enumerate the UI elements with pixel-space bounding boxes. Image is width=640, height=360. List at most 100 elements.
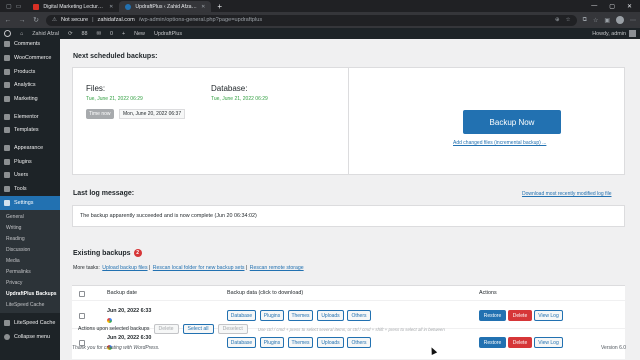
address-bar[interactable]: ⚠ Not secure | zahidafzal.com/wp-admin/o… [46, 14, 577, 26]
sidebar-item-label: Tools [14, 186, 27, 193]
download-uploads-button[interactable]: Uploads [317, 337, 344, 348]
new-content-link[interactable]: New [134, 31, 145, 37]
wrench-icon [4, 186, 10, 193]
sidebar-item-comments[interactable]: Comments [0, 39, 60, 47]
sidebar-item-label: LiteSpeed Cache [14, 320, 56, 327]
existing-backups-title: Existing backups 2 [73, 249, 142, 257]
updraftplus-link[interactable]: UpdraftPlus [154, 31, 182, 37]
more-menu-icon[interactable]: ⋯ [630, 17, 636, 24]
sidebar-item-marketing[interactable]: Marketing [0, 92, 60, 106]
wordpress-logo-icon[interactable] [4, 30, 11, 37]
back-icon[interactable]: ← [4, 17, 12, 24]
tab-title: UpdraftPlus ‹ Zahid Afzal — Wo... [135, 3, 197, 10]
bulk-delete-button[interactable]: Delete [153, 324, 179, 334]
sidebar-item-plugins[interactable]: Plugins [0, 155, 60, 169]
rescan-remote-link[interactable]: Rescan remote storage [250, 265, 304, 271]
download-others-button[interactable]: Others [347, 337, 371, 348]
browser-tab-2[interactable]: UpdraftPlus ‹ Zahid Afzal — Wo... ✕ [119, 1, 212, 12]
download-themes-button[interactable]: Themes [288, 337, 313, 348]
sidebar-item-settings[interactable]: Settings [0, 195, 60, 210]
tab-actions-icon[interactable]: ▢ [6, 3, 12, 10]
more-tasks: More tasks: Upload backup files | Rescan… [73, 265, 304, 271]
download-themes-button[interactable]: Themes [288, 310, 313, 321]
updates-icon[interactable]: ⟳ [68, 31, 73, 37]
forward-icon[interactable]: → [18, 17, 26, 24]
account-menu[interactable]: Howdy, admin [592, 30, 636, 37]
select-all-button[interactable]: Select all [182, 324, 214, 334]
woocommerce-icon [4, 54, 10, 61]
delete-button[interactable]: Delete [508, 337, 532, 348]
close-tab-icon[interactable]: ✕ [201, 4, 205, 10]
download-plugins-button[interactable]: Plugins [260, 310, 284, 321]
sidebar-item-templates[interactable]: Templates [0, 123, 60, 137]
download-database-button[interactable]: Database [227, 310, 256, 321]
tab-search-icon[interactable]: ▭ [16, 3, 22, 10]
sidebar-item-litespeed-cache[interactable]: LiteSpeed Cache [0, 317, 60, 331]
sidebar-item-users[interactable]: Users [0, 169, 60, 183]
sidebar-item-analytics[interactable]: Analytics [0, 78, 60, 92]
comments-count[interactable]: 0 [110, 31, 113, 37]
window-controls: — ▢ ✕ [591, 3, 640, 10]
extensions-icon[interactable]: ⧉ [583, 17, 587, 24]
site-name-link[interactable]: Zahid Afzal [32, 31, 59, 37]
sidebar-item-label: Plugins [14, 158, 32, 165]
submenu-item-litespeed[interactable]: LiteSpeed Cache [0, 300, 60, 311]
sidebar-item-label: Templates [14, 127, 39, 134]
submenu-item-privacy[interactable]: Privacy [0, 278, 60, 289]
upload-backup-files-link[interactable]: Upload backup files [102, 265, 147, 271]
download-plugins-button[interactable]: Plugins [260, 337, 284, 348]
close-window-icon[interactable]: ✕ [627, 3, 632, 10]
sidebar-item-tools[interactable]: Tools [0, 182, 60, 196]
minimize-icon[interactable]: — [591, 3, 597, 10]
sidebar-item-label: Comments [14, 41, 41, 47]
download-others-button[interactable]: Others [347, 310, 371, 321]
sidebar-item-products[interactable]: Products [0, 65, 60, 79]
zoom-icon[interactable]: ⊕ [555, 17, 560, 23]
comments-icon[interactable]: ✉ [96, 31, 101, 37]
submenu-item-reading[interactable]: Reading [0, 234, 60, 245]
download-uploads-button[interactable]: Uploads [317, 310, 344, 321]
download-log-link[interactable]: Download most recently modified log file [522, 191, 612, 197]
collapse-menu-button[interactable]: Collapse menu [0, 330, 60, 344]
favorites-icon[interactable]: ☆ [593, 17, 598, 24]
restore-button[interactable]: Restore [479, 310, 506, 321]
submenu-item-media[interactable]: Media [0, 256, 60, 267]
select-all-checkbox[interactable] [79, 291, 85, 297]
bookmark-star-icon[interactable]: ☆ [566, 17, 571, 23]
browser-tab-1[interactable]: Digital Marketing Lecture no 07... ✕ [27, 1, 119, 12]
sidebar-item-woocommerce[interactable]: WooCommerce [0, 51, 60, 65]
warning-icon: ⚠ [52, 17, 58, 23]
profile-avatar[interactable] [616, 16, 624, 24]
submenu-item-writing[interactable]: Writing [0, 223, 60, 234]
collections-icon[interactable]: ▣ [604, 17, 610, 24]
bulk-hint: Use ctrl / cmd + press to select several… [257, 326, 445, 332]
updates-count[interactable]: 88 [81, 31, 87, 37]
backup-date: Jun 20, 2022 6:33 [107, 308, 152, 314]
products-icon [4, 68, 10, 75]
close-tab-icon[interactable]: ✕ [109, 4, 113, 10]
restore-button[interactable]: Restore [479, 337, 506, 348]
sidebar-item-appearance[interactable]: Appearance [0, 141, 60, 155]
collapse-icon [4, 334, 10, 341]
row-checkbox[interactable] [79, 313, 85, 319]
litespeed-icon [4, 320, 10, 327]
reload-icon[interactable]: ↻ [32, 16, 40, 24]
youtube-favicon-icon [33, 3, 40, 10]
add-changed-files-link[interactable]: Add changed files (incremental backup) .… [453, 140, 546, 146]
plus-icon: + [122, 30, 126, 37]
deselect-button[interactable]: Deselect [217, 324, 248, 334]
submenu-item-updraftplus[interactable]: UpdraftPlus Backups [0, 289, 60, 300]
delete-button[interactable]: Delete [508, 310, 532, 321]
view-log-button[interactable]: View Log [534, 310, 563, 321]
backup-now-button[interactable]: Backup Now [463, 110, 561, 134]
submenu-item-discussion[interactable]: Discussion [0, 245, 60, 256]
new-tab-button[interactable]: + [211, 2, 228, 11]
sidebar-item-elementor[interactable]: Elementor [0, 110, 60, 124]
submenu-item-permalinks[interactable]: Permalinks [0, 267, 60, 278]
maximize-icon[interactable]: ▢ [609, 3, 615, 10]
rescan-local-link[interactable]: Rescan local folder for new backup sets [153, 265, 245, 271]
view-log-button[interactable]: View Log [534, 337, 563, 348]
brush-icon [4, 144, 10, 151]
submenu-item-general[interactable]: General [0, 212, 60, 223]
download-database-button[interactable]: Database [227, 337, 256, 348]
